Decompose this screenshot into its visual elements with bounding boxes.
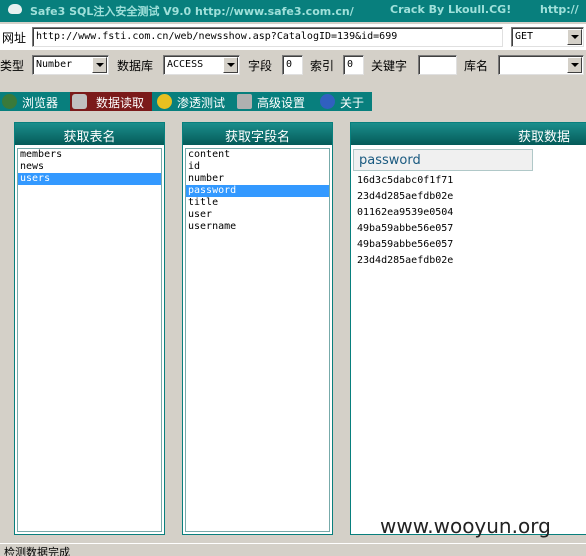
data-panel: 获取数据 password 16d3c5dabc0f1f71 23d4d285a… [350, 122, 586, 535]
db-label: 数据库 [117, 59, 154, 73]
tab-data-read[interactable]: 数据读取 [70, 92, 152, 111]
list-item[interactable]: password [186, 185, 329, 197]
type-select[interactable]: Number [32, 55, 109, 75]
list-item[interactable]: user [186, 209, 329, 221]
chevron-down-icon[interactable] [567, 29, 582, 45]
tab-browser[interactable]: 浏览器 [2, 92, 66, 111]
list-item[interactable]: number [186, 173, 329, 185]
type-label: 类型 [0, 59, 25, 73]
tab-pentest[interactable]: 渗透测试 [157, 92, 231, 111]
table-row[interactable]: 49ba59abbe56e057 [357, 223, 453, 234]
cloud-logo-icon [8, 4, 22, 14]
table-row[interactable]: 23d4d285aefdb02e [357, 255, 453, 266]
tab-about[interactable]: 关于 [320, 92, 370, 111]
list-item[interactable]: news [18, 161, 161, 173]
table-row[interactable]: 23d4d285aefdb02e [357, 191, 453, 202]
table-row[interactable]: 49ba59abbe56e057 [357, 239, 453, 250]
radiation-icon [157, 94, 172, 109]
chevron-down-icon[interactable] [92, 57, 107, 73]
index-input[interactable]: 0 [343, 55, 364, 75]
list-item[interactable]: content [186, 149, 329, 161]
index-label: 索引 [310, 59, 335, 73]
tables-panel-title: 获取表名 [15, 123, 164, 145]
database-icon [72, 94, 87, 109]
info-icon [320, 94, 335, 109]
window-title: Safe3 SQL注入安全测试 V9.0 http://www.safe3.co… [30, 5, 354, 18]
list-item[interactable]: members [18, 149, 161, 161]
tab-advanced[interactable]: 高级设置 [237, 92, 311, 111]
tab-label: 高级设置 [257, 96, 306, 110]
crack-credit: Crack By Lkoull.CG! [390, 3, 512, 16]
type-value: Number [36, 59, 73, 70]
list-item[interactable]: username [186, 221, 329, 233]
list-item[interactable]: title [186, 197, 329, 209]
chevron-down-icon[interactable] [223, 57, 238, 73]
url-input[interactable]: http://www.fsti.com.cn/web/newsshow.asp?… [32, 27, 503, 47]
method-select[interactable]: GET [511, 27, 584, 47]
fields-listbox[interactable]: content id number password title user us… [185, 148, 330, 532]
tab-label: 关于 [340, 96, 365, 110]
tab-bar: 浏览器 数据读取 渗透测试 高级设置 关于 [0, 92, 372, 111]
title-bar: Safe3 SQL注入安全测试 V9.0 http://www.safe3.co… [0, 0, 586, 22]
url-row: 网址 http://www.fsti.com.cn/web/newsshow.a… [0, 24, 586, 50]
tab-label: 渗透测试 [177, 96, 226, 110]
table-row[interactable]: 16d3c5dabc0f1f71 [357, 175, 453, 186]
db-select[interactable]: ACCESS [163, 55, 240, 75]
tools-icon [237, 94, 252, 109]
dbname-select[interactable] [498, 55, 584, 75]
watermark: www.wooyun.org [380, 514, 551, 538]
tab-label: 数据读取 [96, 96, 145, 110]
field-input[interactable]: 0 [282, 55, 303, 75]
tab-label: 浏览器 [22, 96, 59, 110]
table-row[interactable]: 01162ea9539e0504 [357, 207, 453, 218]
chevron-down-icon[interactable] [567, 57, 582, 73]
dbname-label: 库名 [464, 59, 489, 73]
list-item[interactable]: users [18, 173, 161, 185]
column-header[interactable]: password [353, 149, 533, 171]
field-label: 字段 [248, 59, 273, 73]
db-value: ACCESS [167, 59, 204, 70]
url-label: 网址 [2, 31, 27, 45]
keyword-input[interactable] [418, 55, 457, 75]
title-tail: http:// [540, 3, 579, 16]
data-panel-title: 获取数据 [351, 123, 586, 145]
keyword-label: 关键字 [371, 59, 408, 73]
fields-panel: 获取字段名 content id number password title u… [182, 122, 333, 535]
status-bar: 检测数据完成 [0, 543, 586, 556]
tables-listbox[interactable]: members news users [17, 148, 162, 532]
globe-icon [2, 94, 17, 109]
tables-panel: 获取表名 members news users [14, 122, 165, 535]
list-item[interactable]: id [186, 161, 329, 173]
method-value: GET [515, 31, 534, 42]
fields-panel-title: 获取字段名 [183, 123, 332, 145]
